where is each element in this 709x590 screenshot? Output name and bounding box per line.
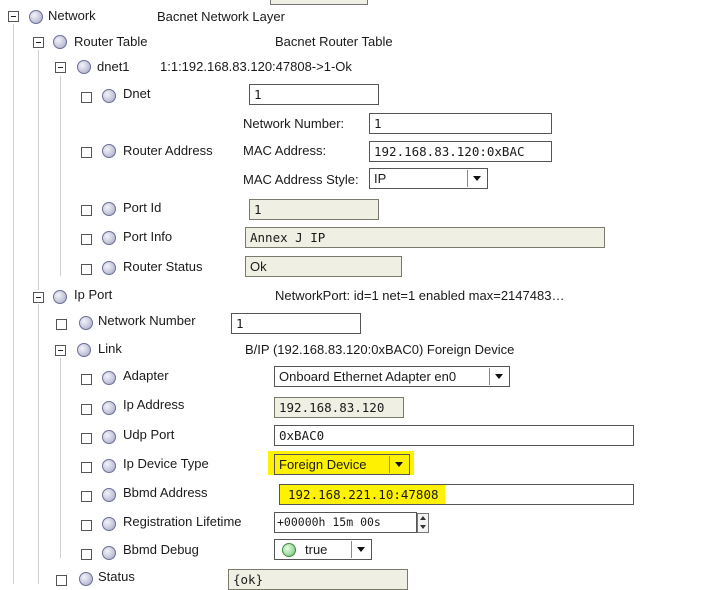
- router-status-field: Ok: [245, 256, 402, 277]
- network-number-field[interactable]: 1: [369, 113, 552, 134]
- slot-icon: [102, 517, 116, 531]
- chevron-down-icon[interactable]: [467, 170, 486, 187]
- ip-device-type-select[interactable]: Foreign Device: [274, 454, 410, 475]
- component-icon: [53, 290, 67, 304]
- collapse-toggle[interactable]: [55, 345, 66, 356]
- bbmd-address-field[interactable]: 192.168.221.10:47808: [279, 484, 634, 505]
- ip-port-desc: NetworkPort: id=1 net=1 enabled max=2147…: [275, 288, 565, 303]
- slot-icon: [102, 231, 116, 245]
- slot-icon: [79, 316, 93, 330]
- slot-checkbox[interactable]: [56, 319, 67, 330]
- router-table-label[interactable]: Router Table: [74, 34, 147, 50]
- component-icon: [77, 343, 91, 357]
- slot-checkbox[interactable]: [81, 234, 92, 245]
- slot-icon: [102, 371, 116, 385]
- status-label: Status: [98, 569, 135, 584]
- mac-style-value: IP: [374, 171, 387, 186]
- slot-icon: [102, 430, 116, 444]
- bbmd-address-label: Bbmd Address: [123, 485, 208, 500]
- slot-checkbox[interactable]: [81, 404, 92, 415]
- slot-checkbox[interactable]: [81, 264, 92, 275]
- bbmd-debug-value: true: [305, 542, 328, 557]
- stepper-icon[interactable]: [417, 513, 429, 533]
- ip-address-label: Ip Address: [123, 397, 185, 412]
- slot-checkbox[interactable]: [56, 575, 67, 586]
- udp-port-field[interactable]: 0xBAC0: [274, 425, 634, 446]
- slot-icon: [102, 261, 116, 275]
- collapse-toggle[interactable]: [33, 37, 44, 48]
- slot-checkbox[interactable]: [81, 433, 92, 444]
- slot-checkbox[interactable]: [81, 520, 92, 531]
- slot-checkbox[interactable]: [81, 549, 92, 560]
- mac-address-label: MAC Address:: [243, 143, 327, 158]
- bbmd-debug-label: Bbmd Debug: [123, 542, 199, 557]
- slot-checkbox[interactable]: [81, 491, 92, 502]
- port-id-field: 1: [249, 199, 379, 220]
- chevron-down-icon[interactable]: [389, 456, 408, 473]
- slot-icon: [102, 488, 116, 502]
- registration-lifetime-label: Registration Lifetime: [123, 514, 242, 529]
- mac-address-field[interactable]: 192.168.83.120:0xBAC: [369, 141, 552, 162]
- chevron-down-icon[interactable]: [489, 368, 508, 385]
- collapse-toggle[interactable]: [33, 292, 44, 303]
- network-label[interactable]: Network: [48, 8, 96, 24]
- bbmd-debug-select[interactable]: true: [274, 539, 372, 560]
- tree-guide: [38, 304, 39, 584]
- dnet-label: Dnet: [123, 86, 151, 101]
- adapter-value: Onboard Ethernet Adapter en0: [279, 369, 457, 384]
- link-desc: B/IP (192.168.83.120:0xBAC0) Foreign Dev…: [245, 342, 515, 357]
- dnet1-desc: 1:1:192.168.83.120:47808->1-Ok: [160, 59, 352, 74]
- top-field-edge: [270, 0, 368, 5]
- ip-port-label[interactable]: Ip Port: [74, 287, 112, 303]
- tree-guide: [60, 358, 61, 558]
- registration-lifetime-field[interactable]: +00000h 15m 00s: [274, 512, 417, 533]
- bbmd-address-value: 192.168.221.10:47808: [280, 485, 445, 504]
- port-info-field: Annex J IP: [245, 227, 605, 248]
- router-address-label: Router Address: [123, 143, 213, 158]
- link-label[interactable]: Link: [98, 341, 122, 357]
- tree-guide: [60, 76, 61, 276]
- slot-checkbox[interactable]: [81, 462, 92, 473]
- dnet1-label[interactable]: dnet1: [97, 59, 130, 75]
- router-table-desc: Bacnet Router Table: [275, 34, 393, 49]
- tree-guide: [13, 24, 14, 584]
- slot-icon: [102, 144, 116, 158]
- slot-checkbox[interactable]: [81, 147, 92, 158]
- slot-checkbox[interactable]: [81, 92, 92, 103]
- status-field: {ok}: [228, 569, 408, 590]
- ip-device-type-value: Foreign Device: [279, 457, 367, 472]
- component-icon: [29, 10, 43, 24]
- ip-address-field: 192.168.83.120: [274, 397, 404, 418]
- network-number-slot-field[interactable]: 1: [231, 313, 361, 334]
- component-icon: [53, 35, 67, 49]
- mac-style-label: MAC Address Style:: [243, 172, 359, 187]
- slot-icon: [102, 401, 116, 415]
- tree-guide: [38, 50, 39, 290]
- collapse-toggle[interactable]: [55, 62, 66, 73]
- ip-device-type-label: Ip Device Type: [123, 456, 209, 471]
- slot-checkbox[interactable]: [81, 374, 92, 385]
- mac-style-select[interactable]: IP: [369, 168, 488, 189]
- boolean-true-icon: [282, 543, 296, 557]
- chevron-down-icon[interactable]: [351, 541, 370, 558]
- slot-icon: [102, 546, 116, 560]
- network-number-slot-label: Network Number: [98, 313, 196, 328]
- adapter-label: Adapter: [123, 368, 169, 383]
- slot-icon: [102, 459, 116, 473]
- slot-icon: [102, 202, 116, 216]
- network-desc: Bacnet Network Layer: [157, 9, 285, 24]
- slot-icon: [102, 89, 116, 103]
- component-icon: [77, 60, 91, 74]
- network-number-label: Network Number:: [243, 116, 345, 131]
- slot-checkbox[interactable]: [81, 205, 92, 216]
- udp-port-label: Udp Port: [123, 427, 175, 442]
- port-info-label: Port Info: [123, 229, 173, 244]
- port-id-label: Port Id: [123, 200, 162, 215]
- collapse-toggle[interactable]: [8, 11, 19, 22]
- adapter-select[interactable]: Onboard Ethernet Adapter en0: [274, 366, 510, 387]
- dnet-field[interactable]: 1: [249, 84, 379, 105]
- router-status-label: Router Status: [123, 259, 203, 274]
